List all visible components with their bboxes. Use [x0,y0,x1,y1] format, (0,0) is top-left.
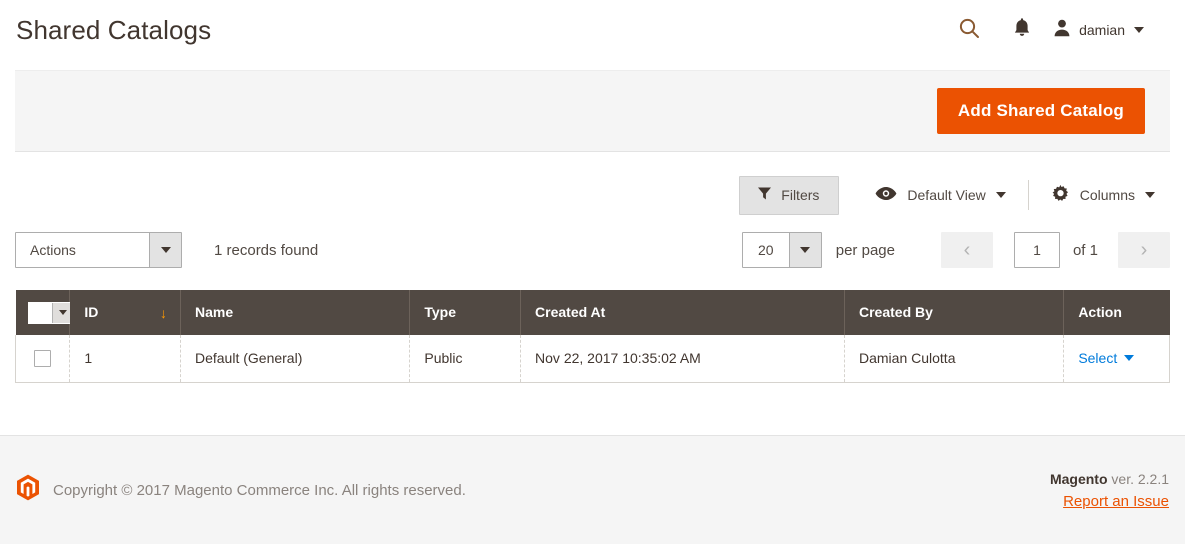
admin-page: Shared Catalogs damian Add Shared Catalo… [0,0,1185,544]
row-checkbox[interactable] [34,350,52,368]
user-name-label: damian [1079,22,1125,38]
row-select-cell[interactable] [14,335,71,383]
bell-icon [1011,16,1033,44]
columns-label: Columns [1079,187,1135,203]
chevron-right-icon: › [1140,238,1148,261]
gear-icon [1051,184,1070,206]
page-number-input[interactable] [1013,232,1060,268]
copyright-text: Copyright © 2017 Magento Commerce Inc. A… [53,481,466,499]
column-header-created-by[interactable]: Created By [844,290,1065,335]
search-icon [957,16,981,45]
select-all-checkbox[interactable] [28,302,52,323]
chevron-left-icon: ‹ [963,238,971,261]
mass-actions-select[interactable]: Actions [15,232,182,268]
cell-type: Public [409,335,522,383]
column-header-created-at[interactable]: Created At [520,290,845,335]
column-header-name[interactable]: Name [180,290,411,335]
column-header-id-label: ID [84,304,99,320]
cell-id: 1 [69,335,181,383]
chevron-down-icon [788,233,821,267]
grid-pagination: 20 per page ‹ of 1 › [741,232,1170,268]
footer-right: Magento ver. 2.2.1 Report an Issue [1050,471,1170,510]
pager: ‹ of 1 › [940,232,1170,268]
eye-icon [875,186,897,204]
previous-page-button[interactable]: ‹ [940,232,993,268]
cell-action[interactable]: Select [1063,335,1170,383]
view-bookmarks-control[interactable]: Default View [861,176,1019,214]
records-found-label: 1 records found [214,241,319,259]
cell-name: Default (General) [180,335,411,383]
per-page-select[interactable]: 20 [741,232,822,268]
table-head: ID ↓ Name Type Created At Created By Act… [15,290,1170,335]
sort-descending-icon: ↓ [159,304,167,321]
funnel-icon [757,186,772,204]
notifications-button[interactable] [995,10,1048,50]
shared-catalogs-table: ID ↓ Name Type Created At Created By Act… [14,290,1170,383]
mass-actions-label: Actions [30,242,76,258]
column-header-action: Action [1063,290,1170,335]
chevron-down-icon [149,233,181,267]
version-line: Magento ver. 2.2.1 [1050,471,1169,487]
column-header-select-all[interactable] [15,290,74,335]
grid-toolbar: Filters Default View Columns [15,152,1170,216]
cell-created-at: Nov 22, 2017 10:35:02 AM [520,335,845,383]
table-body: 1 Default (General) Public Nov 22, 2017 … [14,335,1170,383]
data-grid-wrapper: ID ↓ Name Type Created At Created By Act… [14,290,1170,383]
per-page-value: 20 [757,242,774,258]
table-row[interactable]: 1 Default (General) Public Nov 22, 2017 … [14,335,1170,383]
grid-actions-row: Actions 1 records found 20 per page ‹ of… [15,216,1170,268]
page-title: Shared Catalogs [16,14,212,45]
magento-logo-icon [16,474,40,506]
header-actions: damian [942,10,1170,50]
column-header-type[interactable]: Type [409,290,522,335]
chevron-down-icon [1124,354,1135,361]
table-header-row: ID ↓ Name Type Created At Created By Act… [15,290,1170,335]
chevron-down-icon [1145,192,1155,198]
next-page-button[interactable]: › [1118,232,1170,268]
per-page-label: per page [835,241,895,259]
filters-label: Filters [781,186,820,203]
columns-control[interactable]: Columns [1037,174,1169,216]
chevron-down-icon [1134,27,1144,33]
cell-created-by: Damian Culotta [844,335,1065,383]
row-select-action-label: Select [1078,349,1118,366]
row-select-action[interactable]: Select [1078,349,1135,366]
total-pages-label: of 1 [1072,241,1098,259]
report-issue-link[interactable]: Report an Issue [1050,493,1169,510]
toolbar-divider [1027,180,1029,210]
page-footer: Copyright © 2017 Magento Commerce Inc. A… [0,435,1185,544]
column-header-id[interactable]: ID ↓ [69,290,181,335]
brand-name: Magento [1049,470,1108,487]
copyright-block: Copyright © 2017 Magento Commerce Inc. A… [15,474,466,506]
version-number: ver. 2.2.1 [1107,470,1169,487]
page-actions-panel: Add Shared Catalog [15,70,1170,152]
page-header: Shared Catalogs damian [0,0,1185,60]
filters-button[interactable]: Filters [739,175,840,215]
select-all-checkbox-dropdown[interactable] [27,301,74,324]
user-menu[interactable]: damian [1052,18,1144,43]
chevron-down-icon [995,192,1006,198]
grid-actions-left: Actions 1 records found [15,232,318,268]
user-avatar-icon [1052,18,1072,43]
view-label: Default View [907,187,986,203]
search-button[interactable] [942,10,995,50]
add-shared-catalog-button[interactable]: Add Shared Catalog [936,88,1145,134]
